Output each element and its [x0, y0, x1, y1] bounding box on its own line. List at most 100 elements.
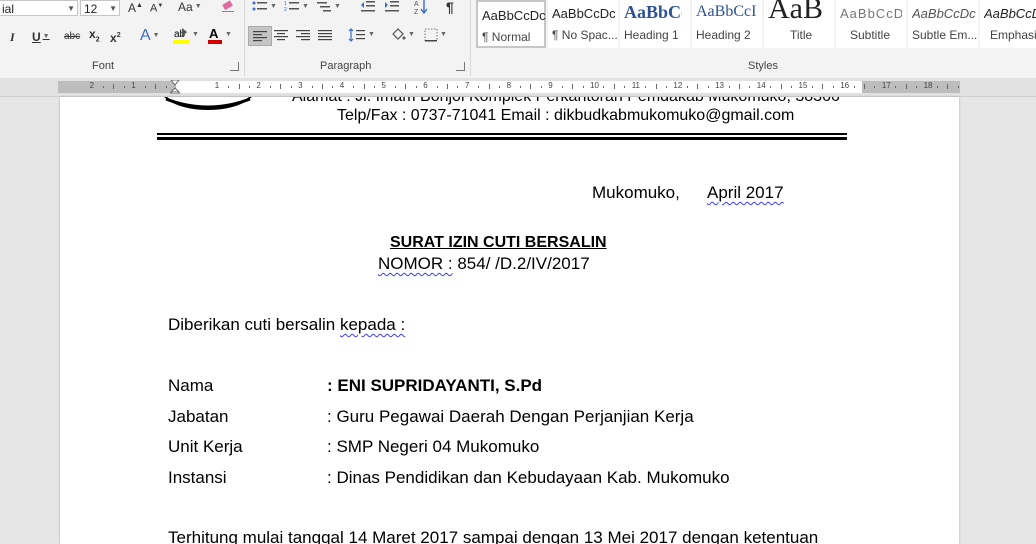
text-effects-button[interactable]: A ▼: [140, 27, 160, 45]
align-center-button[interactable]: [274, 26, 288, 44]
svg-text:2: 2: [284, 7, 287, 13]
intro-main: Diberikan cuti bersalin: [168, 315, 340, 334]
chevron-down-icon[interactable]: ▼: [67, 1, 75, 17]
ruler-number: 1: [131, 81, 136, 90]
ruler-tick: [864, 84, 866, 89]
increase-indent-icon: [385, 1, 399, 12]
field-value-position: : Guru Pegawai Daerah Dengan Perjanjian …: [327, 407, 694, 426]
justify-icon: [318, 30, 332, 41]
font-dialog-launcher[interactable]: [230, 62, 239, 71]
ruler-number: 17: [881, 81, 891, 90]
font-size-combo[interactable]: 12 ▼: [80, 0, 120, 16]
line-spacing-icon: [348, 28, 365, 42]
chevron-down-icon[interactable]: ▼: [109, 1, 117, 17]
sort-icon: AZ: [414, 0, 428, 15]
style-subtitle[interactable]: AaBbCcD Subtitle: [836, 0, 906, 48]
align-center-icon: [274, 30, 288, 41]
ruler-tick: [780, 84, 782, 89]
chevron-down-icon: ▼: [368, 31, 375, 38]
strikethrough-button[interactable]: abc: [64, 28, 80, 46]
style-heading-1[interactable]: AaBbC( Heading 1: [620, 0, 690, 48]
justify-button[interactable]: [318, 26, 332, 44]
borders-button[interactable]: ▼: [424, 26, 447, 44]
grow-font-button[interactable]: A▲: [128, 0, 143, 16]
style-heading-2[interactable]: AaBbCcI Heading 2: [692, 0, 762, 48]
style-subtle-emphasis[interactable]: AaBbCcDc Subtle Em...: [908, 0, 978, 48]
ruler-tick: [103, 86, 105, 88]
indent-marker-icon[interactable]: [170, 80, 180, 94]
chevron-down-icon: ▼: [270, 3, 277, 10]
chevron-down-icon: ▼: [152, 32, 160, 39]
ruler-tick: [405, 84, 407, 89]
ruler-tick: [624, 86, 626, 88]
align-left-icon: [253, 31, 267, 42]
ruler-tick: [697, 84, 699, 89]
number-label: NOMOR :: [378, 254, 453, 273]
align-right-button[interactable]: [296, 26, 310, 44]
sort-button[interactable]: AZ: [414, 0, 430, 16]
font-group-label: Font: [92, 60, 115, 72]
ruler-tick: [540, 86, 542, 88]
ruler-tick: [957, 86, 959, 88]
horizontal-ruler[interactable]: 2 1 1 2 3 4 5 6 7 8 9 10 11 12 13 14 15 16 17 18: [0, 78, 1036, 97]
field-label-name: Nama: [168, 376, 214, 395]
paragraph-dialog-launcher[interactable]: [456, 62, 465, 71]
svg-text:Z: Z: [414, 9, 419, 15]
style-title[interactable]: AaB Title: [764, 0, 834, 48]
increase-indent-button[interactable]: [384, 0, 400, 16]
underline-button[interactable]: U ▼: [32, 28, 50, 46]
shading-button[interactable]: ▼: [390, 26, 415, 44]
italic-button[interactable]: I: [10, 28, 15, 46]
chevron-down-icon: ▼: [42, 33, 50, 40]
bullets-button[interactable]: ▼: [252, 0, 277, 16]
show-formatting-button[interactable]: ¶: [446, 0, 454, 16]
subscript-button[interactable]: x2: [89, 27, 100, 46]
number-value: 854/ /D.2/IV/2017: [452, 254, 590, 273]
date-place: Mukomuko,: [592, 183, 680, 202]
ruler-tick: [655, 84, 657, 89]
borders-icon: [424, 28, 438, 42]
shrink-font-button[interactable]: A▼: [150, 0, 163, 16]
align-left-button[interactable]: [248, 26, 272, 46]
style-preview: AaBbCcD: [840, 6, 902, 21]
ruler-number: 13: [715, 81, 724, 90]
style-emphasis[interactable]: AaBbCcDc Emphasis: [980, 0, 1036, 48]
ruler-number: 10: [590, 81, 599, 90]
multilevel-list-button[interactable]: ▼: [316, 0, 341, 16]
align-right-icon: [296, 30, 310, 41]
ruler-number: 6: [423, 81, 428, 90]
chevron-down-icon: ▼: [192, 31, 199, 38]
ruler-tick: [603, 86, 605, 88]
ruler-tick: [363, 84, 365, 89]
ruler-tick: [394, 86, 396, 88]
ruler-tick: [499, 86, 501, 88]
style-preview: AaBbCcI: [696, 3, 756, 20]
chevron-down-icon: ▼: [440, 31, 447, 38]
closing-paragraph: Terhitung mulai tanggal 14 Maret 2017 sa…: [168, 528, 819, 544]
style-normal[interactable]: AaBbCcDc ¶ Normal: [476, 0, 546, 48]
ruler-tick: [520, 86, 522, 88]
style-preview: AaBbC(: [624, 2, 682, 22]
styles-gallery: AaBbCcDc ¶ Normal AaBbCcDc ¶ No Spac... …: [476, 0, 1036, 48]
clear-formatting-button[interactable]: [220, 0, 236, 15]
style-no-spacing[interactable]: AaBbCcDc ¶ No Spac...: [548, 0, 618, 48]
change-case-icon: Aa: [178, 0, 193, 14]
field-value-work-unit: : SMP Negeri 04 Mukomuko: [327, 437, 540, 456]
field-value-agency: : Dinas Pendidikan dan Kebudayaan Kab. M…: [327, 468, 730, 487]
font-name-combo[interactable]: ial ▼: [0, 0, 78, 16]
change-case-button[interactable]: Aa ▼: [178, 0, 202, 16]
font-name-value: ial: [2, 2, 15, 16]
ruler-tick: [749, 86, 751, 88]
field-label-agency: Instansi: [168, 468, 227, 487]
line-spacing-button[interactable]: ▼: [348, 26, 375, 44]
ruler-tick: [853, 86, 855, 88]
highlight-button[interactable]: ab ▼: [172, 26, 199, 44]
document-page[interactable]: Alamat : Jl. Imam Bonjol Komplek Perkant…: [60, 97, 959, 544]
decrease-indent-button[interactable]: [360, 0, 376, 16]
font-color-button[interactable]: A ▼: [207, 26, 232, 44]
ruler-tick: [791, 86, 793, 88]
ruler-number: 2: [256, 81, 261, 90]
numbering-button[interactable]: 12 ▼: [284, 0, 309, 16]
superscript-button[interactable]: x2: [110, 28, 121, 46]
numbered-list-icon: 12: [284, 1, 299, 13]
